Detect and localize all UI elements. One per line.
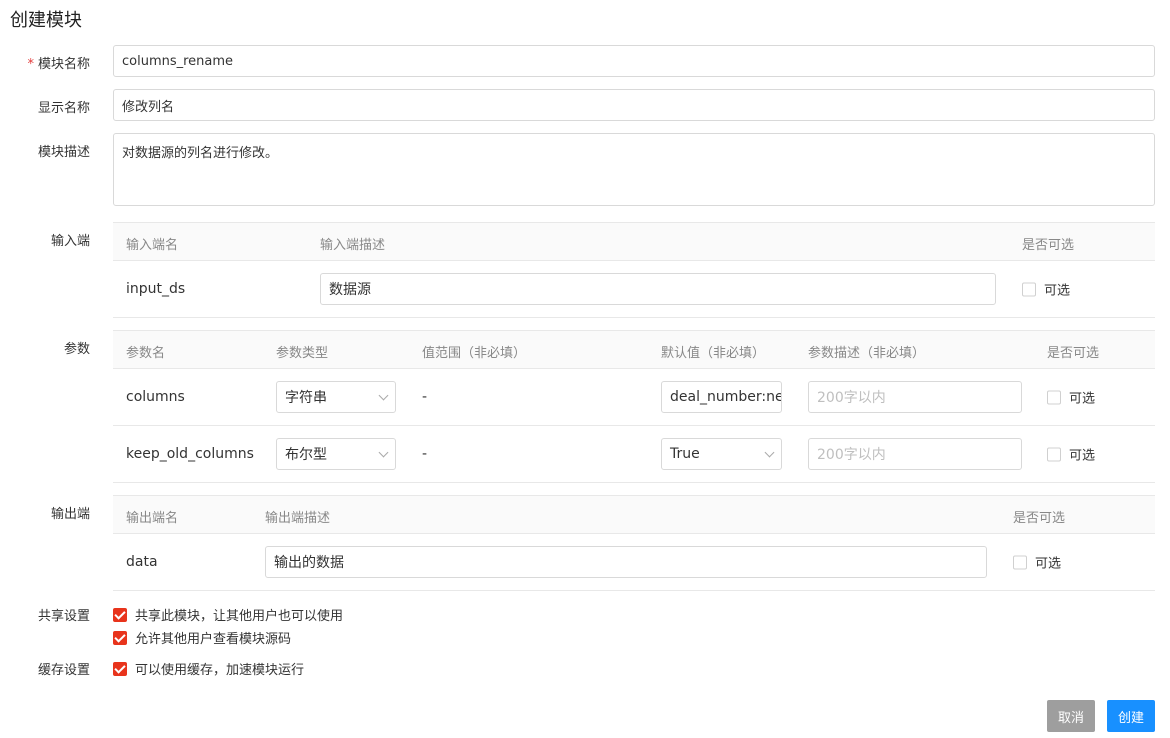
th-input-desc: 输入端描述 — [320, 238, 386, 253]
checkbox-icon — [1022, 282, 1036, 296]
page-title: 创建模块 — [10, 10, 82, 31]
optional-label: 可选 — [1069, 391, 1096, 407]
inputs-label: 输入端 — [50, 234, 90, 249]
output-desc-input[interactable]: 输出的数据 — [265, 546, 987, 578]
chevron-down-icon — [378, 390, 389, 400]
share-module-label: 共享此模块，让其他用户也可以使用 — [135, 609, 344, 624]
input-name: input_ds — [126, 281, 186, 297]
param-type-select[interactable]: 布尔型 — [276, 438, 396, 470]
share-source-label: 允许其他用户查看模块源码 — [135, 632, 292, 647]
param-type-value: 字符串 — [285, 390, 327, 406]
chevron-down-icon — [764, 447, 775, 457]
param-default-value: deal_number:nev — [670, 389, 782, 405]
param-name: columns — [126, 389, 185, 405]
cache-label: 缓存设置 — [37, 663, 90, 678]
table-row: input_ds 数据源 可选 — [113, 261, 1155, 318]
optional-label: 可选 — [1044, 283, 1071, 299]
th-param-default: 默认值（非必填） — [661, 346, 766, 361]
output-optional-checkbox[interactable]: 可选 — [1013, 553, 1061, 572]
display-name-input[interactable]: 修改列名 — [113, 89, 1155, 121]
th-output-name: 输出端名 — [126, 511, 179, 526]
outputs-table-header: 输出端名 输出端描述 是否可选 — [113, 496, 1155, 534]
param-type-value: 布尔型 — [285, 447, 327, 463]
th-param-range: 值范围（非必填） — [422, 346, 527, 361]
th-param-type: 参数类型 — [276, 346, 329, 361]
display-name-value: 修改列名 — [122, 99, 175, 115]
share-module-checkbox[interactable]: 共享此模块，让其他用户也可以使用 — [113, 605, 343, 624]
param-desc-input[interactable]: 200字以内 — [808, 381, 1022, 413]
param-default-select[interactable]: True — [661, 438, 782, 470]
input-desc-input[interactable]: 数据源 — [320, 273, 996, 305]
create-button[interactable]: 创建 — [1107, 700, 1155, 732]
optional-label: 可选 — [1035, 556, 1062, 572]
param-default-input[interactable]: deal_number:nev — [661, 381, 782, 413]
output-name: data — [126, 554, 158, 570]
module-name-input[interactable]: columns_rename — [113, 45, 1155, 77]
param-range: - — [422, 389, 428, 405]
module-name-label: * 模块名称 — [0, 53, 90, 72]
checkbox-icon — [1047, 447, 1061, 461]
param-range: - — [422, 446, 428, 462]
param-name: keep_old_columns — [126, 446, 254, 462]
inputs-table: 输入端名 输入端描述 是否可选 input_ds 数据源 可选 — [113, 222, 1155, 318]
param-default-value: True — [670, 446, 700, 462]
checkbox-icon — [1047, 390, 1061, 404]
input-optional-checkbox[interactable]: 可选 — [1022, 280, 1070, 299]
description-value: 对数据源的列名进行修改。 — [122, 146, 279, 161]
param-type-select[interactable]: 字符串 — [276, 381, 396, 413]
outputs-label: 输出端 — [50, 507, 90, 522]
th-input-name: 输入端名 — [126, 238, 179, 253]
table-row: columns 字符串 - deal_number:nev 200字以内 可选 — [113, 369, 1155, 426]
chevron-down-icon — [378, 447, 389, 457]
th-param-name: 参数名 — [126, 346, 166, 361]
input-desc-value: 数据源 — [329, 282, 371, 298]
param-optional-checkbox[interactable]: 可选 — [1047, 445, 1095, 464]
cache-checkbox[interactable]: 可以使用缓存，加速模块运行 — [113, 659, 304, 678]
params-table-header: 参数名 参数类型 值范围（非必填） 默认值（非必填） 参数描述（非必填） 是否可… — [113, 331, 1155, 369]
cache-option-label: 可以使用缓存，加速模块运行 — [135, 663, 305, 678]
param-optional-checkbox[interactable]: 可选 — [1047, 388, 1095, 407]
th-output-optional: 是否可选 — [1013, 511, 1066, 526]
th-param-desc: 参数描述（非必填） — [808, 346, 926, 361]
share-label: 共享设置 — [37, 609, 90, 624]
param-desc-placeholder: 200字以内 — [817, 447, 886, 463]
params-table: 参数名 参数类型 值范围（非必填） 默认值（非必填） 参数描述（非必填） 是否可… — [113, 330, 1155, 483]
description-textarea[interactable]: 对数据源的列名进行修改。 — [113, 133, 1155, 206]
table-row: keep_old_columns 布尔型 - True 200字以内 可选 — [113, 426, 1155, 483]
params-label: 参数 — [63, 342, 90, 357]
cancel-button[interactable]: 取消 — [1047, 700, 1095, 732]
required-mark: * — [27, 57, 34, 72]
output-desc-value: 输出的数据 — [274, 555, 344, 571]
param-desc-placeholder: 200字以内 — [817, 390, 886, 406]
module-name-label-text: 模块名称 — [37, 57, 90, 72]
table-row: data 输出的数据 可选 — [113, 534, 1155, 591]
checkbox-icon — [1013, 555, 1027, 569]
th-param-optional: 是否可选 — [1047, 346, 1100, 361]
param-desc-input[interactable]: 200字以内 — [808, 438, 1022, 470]
checkbox-checked-icon — [113, 661, 127, 676]
display-name-label: 显示名称 — [37, 101, 90, 116]
description-label: 模块描述 — [37, 145, 90, 160]
module-name-value: columns_rename — [122, 53, 234, 69]
th-output-desc: 输出端描述 — [265, 511, 331, 526]
th-input-optional: 是否可选 — [1022, 238, 1075, 253]
checkbox-checked-icon — [113, 630, 127, 645]
optional-label: 可选 — [1069, 448, 1096, 464]
share-source-checkbox[interactable]: 允许其他用户查看模块源码 — [113, 628, 291, 647]
checkbox-checked-icon — [113, 607, 127, 622]
inputs-table-header: 输入端名 输入端描述 是否可选 — [113, 223, 1155, 261]
outputs-table: 输出端名 输出端描述 是否可选 data 输出的数据 可选 — [113, 495, 1155, 591]
